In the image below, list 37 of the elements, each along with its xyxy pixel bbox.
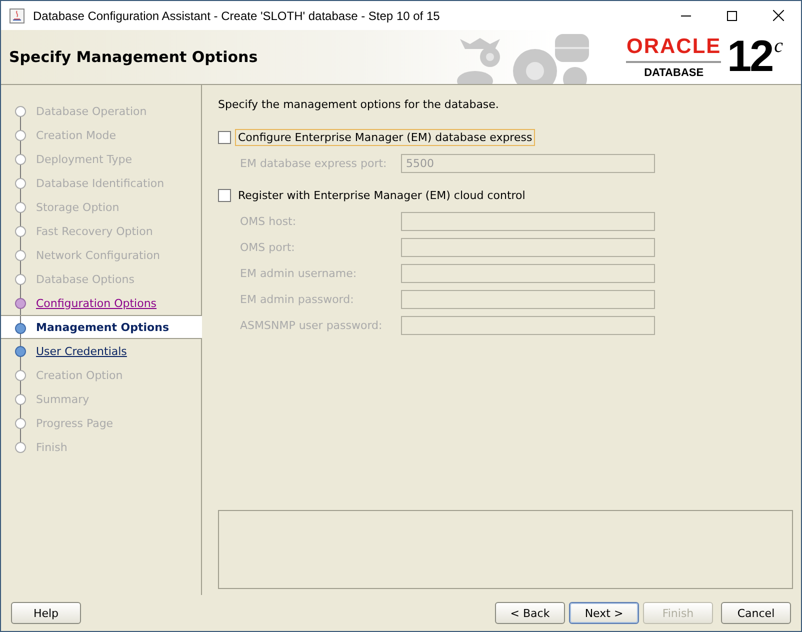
checkbox-label[interactable]: Configure Enterprise Manager (EM) database express	[235, 129, 536, 146]
page-title: Specify Management Options	[8, 48, 259, 66]
close-icon	[772, 10, 784, 21]
maximize-icon	[727, 10, 737, 20]
instruction-text: Specify the management options for the database.	[218, 98, 500, 111]
dialog-button[interactable]: Help	[11, 602, 81, 624]
field-label: EM admin username:	[240, 267, 358, 280]
brand-logo: ORACLE	[626, 36, 722, 62]
step-label: Progress Page	[36, 416, 114, 430]
step-label: Database Identification	[36, 176, 164, 190]
step-label: Creation Mode	[36, 128, 116, 142]
checkbox[interactable]	[218, 189, 231, 202]
dialog-button[interactable]: Cancel	[721, 602, 791, 624]
dialog-button[interactable]: < Back	[495, 602, 565, 624]
product-label: DATABASE	[644, 66, 704, 78]
step-label: Management Options	[36, 320, 169, 334]
step-link[interactable]: User Credentials	[36, 344, 127, 358]
step-label: Creation Option	[36, 368, 123, 382]
step-label: Fast Recovery Option	[36, 224, 153, 238]
step-label: Storage Option	[36, 200, 120, 214]
step-label: Deployment Type	[36, 152, 132, 166]
field-label: OMS port:	[240, 241, 296, 254]
app-icon	[9, 8, 25, 24]
checkbox[interactable]	[218, 131, 231, 144]
window-title: Database Configuration Assistant - Create 'SLOTH' database - Step 10 of 15	[33, 8, 441, 22]
step-label: Database Options	[36, 272, 134, 286]
checkbox-label[interactable]: Register with Enterprise Manager (EM) cloud control	[235, 187, 528, 204]
field-label: ASMSNMP user password:	[240, 319, 384, 332]
step-link[interactable]: Configuration Options	[36, 296, 157, 310]
step-label: Summary	[36, 392, 90, 406]
dialog-button[interactable]: Next >	[569, 602, 639, 624]
field-label: OMS host:	[240, 215, 298, 228]
step-label: Database Operation	[36, 104, 147, 118]
field-label: EM admin password:	[240, 293, 355, 306]
step-label: Network Configuration	[36, 248, 160, 262]
field-label: EM database express port:	[240, 157, 388, 170]
step-label: Finish	[36, 440, 68, 454]
